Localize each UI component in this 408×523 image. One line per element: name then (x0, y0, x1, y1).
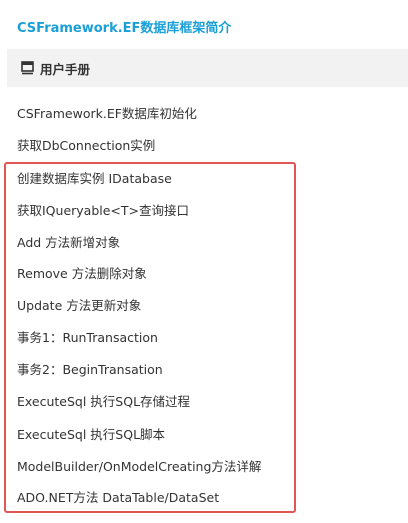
nav-item-get-dbconnection[interactable]: 获取DbConnection实例 (17, 137, 155, 155)
nav-item-executesql-proc[interactable]: ExecuteSql 执行SQL存储过程 (17, 393, 190, 411)
nav-item-ado-net[interactable]: ADO.NET方法 DataTable/DataSet (17, 489, 219, 507)
nav-item-executesql-script[interactable]: ExecuteSql 执行SQL脚本 (17, 426, 165, 444)
nav-item-modelbuilder[interactable]: ModelBuilder/OnModelCreating方法详解 (17, 458, 261, 476)
nav-item-ef-init[interactable]: CSFramework.EF数据库初始化 (17, 105, 197, 123)
nav-item-update[interactable]: Update 方法更新对象 (17, 297, 141, 315)
nav-item-add[interactable]: Add 方法新增对象 (17, 234, 120, 252)
nav-item-create-idatabase[interactable]: 创建数据库实例 IDatabase (17, 170, 172, 188)
nav-item-remove[interactable]: Remove 方法删除对象 (17, 265, 147, 283)
nav-item-run-transaction[interactable]: 事务1：RunTransaction (17, 329, 158, 347)
book-icon (21, 61, 34, 75)
site-title[interactable]: CSFramework.EF数据库框架简介 (17, 17, 231, 36)
nav-item-begin-transation[interactable]: 事务2：BeginTransation (17, 361, 163, 379)
nav-item-iqueryable[interactable]: 获取IQueryable<T>查询接口 (17, 202, 189, 220)
section-header-user-manual[interactable]: 用户手册 (7, 49, 408, 87)
section-label: 用户手册 (40, 61, 91, 77)
